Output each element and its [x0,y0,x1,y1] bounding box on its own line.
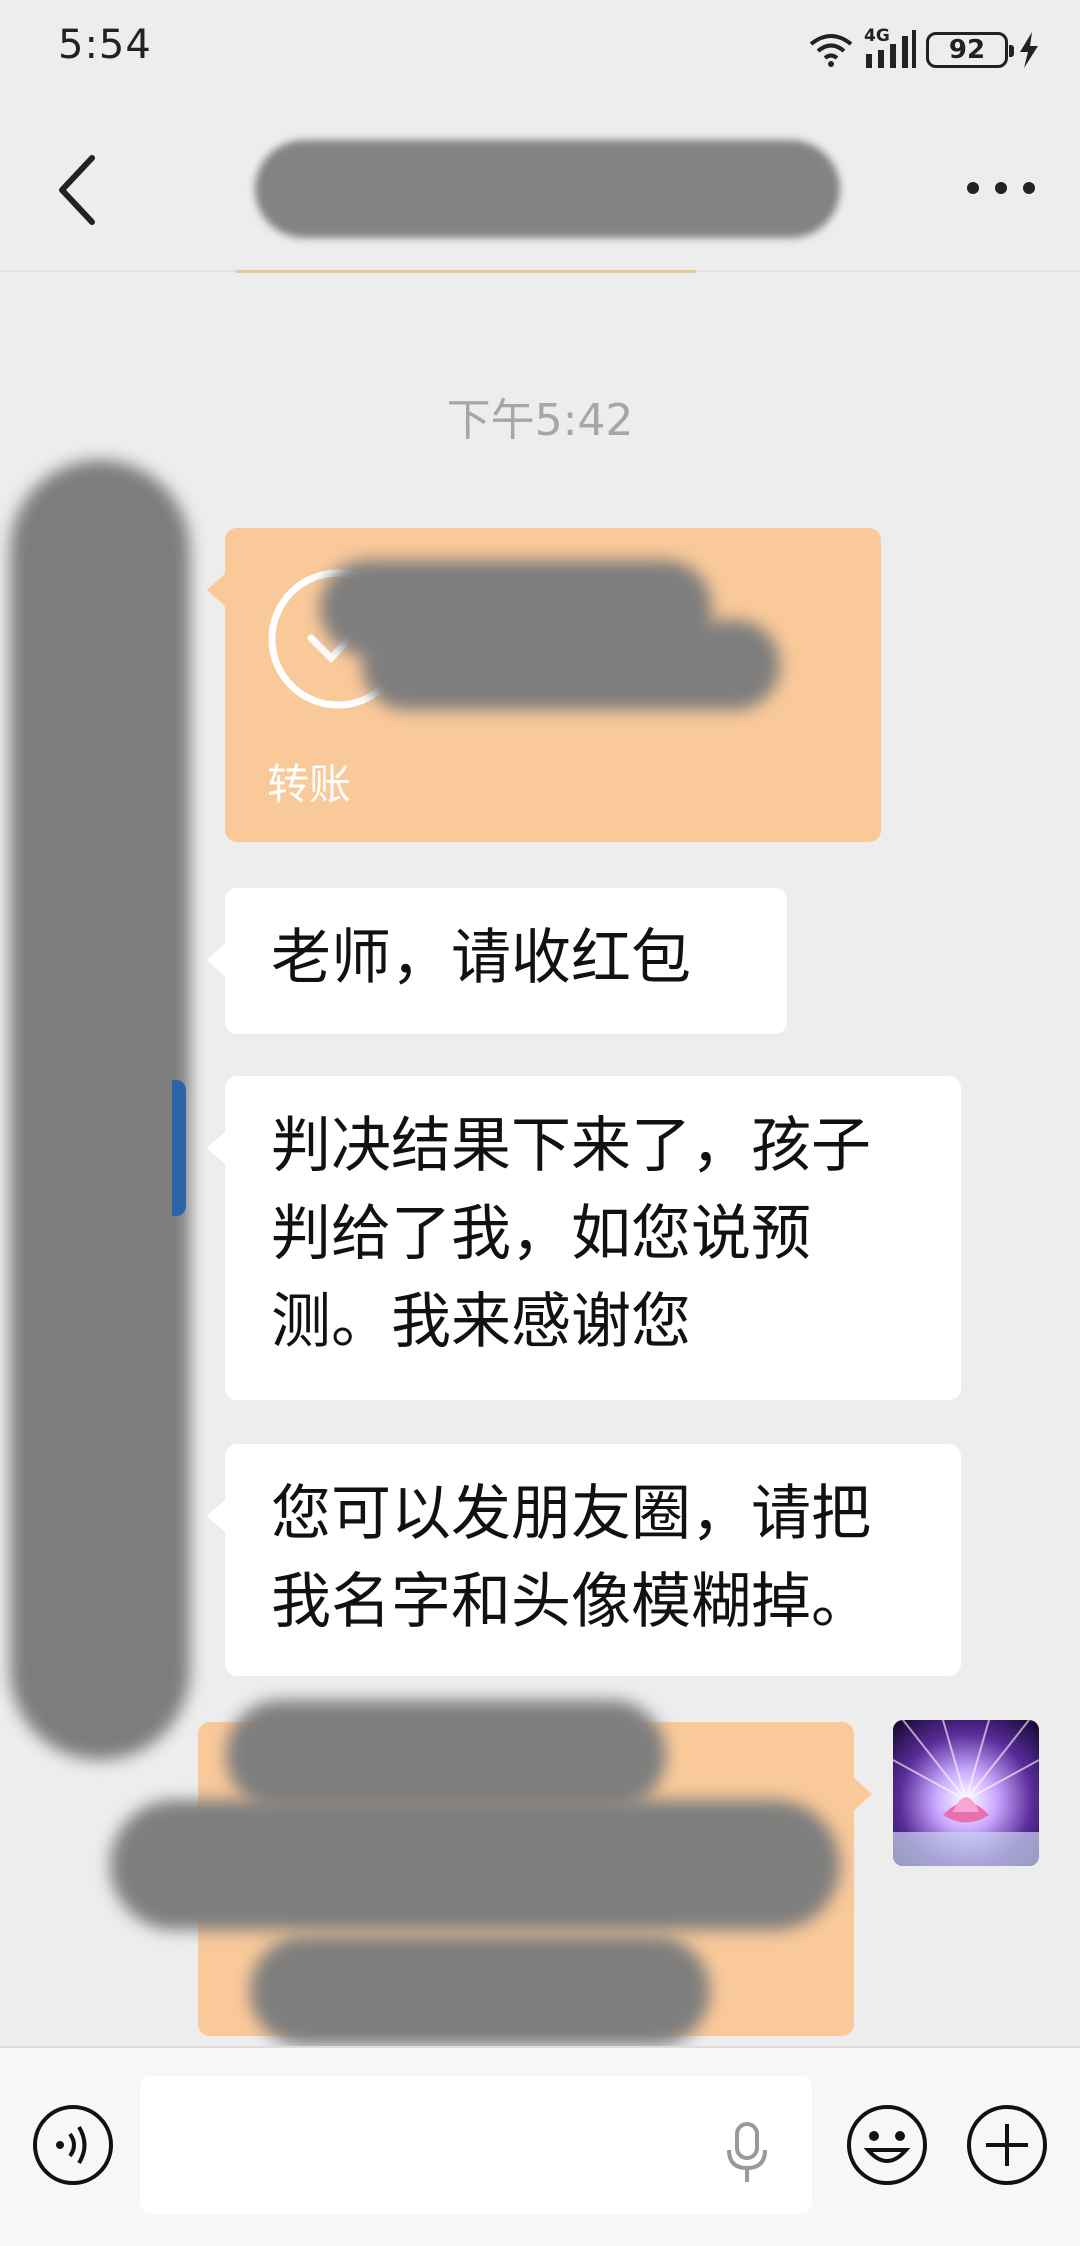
message-text: 判决结果下来了，孩子 [271,1111,871,1181]
signal-icon: 4G [864,26,916,70]
input-bar [0,2046,1080,2246]
sender-avatar-redacted [10,460,190,1760]
outgoing-transfer-redacted-2 [226,1700,666,1810]
message-text: 我名字和头像模糊掉。 [271,1567,871,1637]
message-bubble[interactable]: 老师，请收红包 [207,888,787,1034]
charging-icon [1020,32,1038,68]
transfer-label: 转账 [267,760,352,809]
chat-title-redacted [255,140,840,238]
message-text: 您可以发朋友圈，请把 [271,1479,871,1549]
message-text: 老师，请收红包 [271,923,691,993]
outgoing-transfer-redacted-3 [250,1936,710,2046]
message-text: 测。我来感谢您 [271,1287,691,1357]
more-icon[interactable] [962,168,1040,208]
clock: 5:54 [58,22,152,68]
wifi-icon [809,34,853,67]
message-text: 判给了我，如您说预 [271,1199,811,1269]
chevron-left-icon[interactable] [48,150,112,230]
battery-level: 92 [948,35,986,65]
plus-icon[interactable] [964,2102,1050,2188]
voice-icon[interactable] [30,2102,116,2188]
header-accent-line [236,270,696,273]
message-bubble[interactable]: 判决结果下来了，孩子 判给了我，如您说预 测。我来感谢您 [207,1076,961,1400]
avatar-edge [172,1080,186,1216]
status-bar: 5:54 4G 92 [0,0,1080,100]
status-icons: 4G 92 [808,26,1040,72]
message-bubble[interactable]: 您可以发朋友圈，请把 我名字和头像模糊掉。 [207,1444,961,1676]
battery-icon: 92 [926,32,1014,68]
microphone-icon[interactable] [722,2120,772,2186]
outgoing-transfer-redacted [110,1800,840,1930]
emoji-icon[interactable] [844,2102,930,2188]
avatar[interactable] [893,1720,1039,1866]
chat-header [0,100,1080,272]
transfer-amount-redacted-2 [362,620,780,710]
message-input[interactable] [140,2076,812,2214]
time-divider: 下午5:42 [446,395,634,446]
